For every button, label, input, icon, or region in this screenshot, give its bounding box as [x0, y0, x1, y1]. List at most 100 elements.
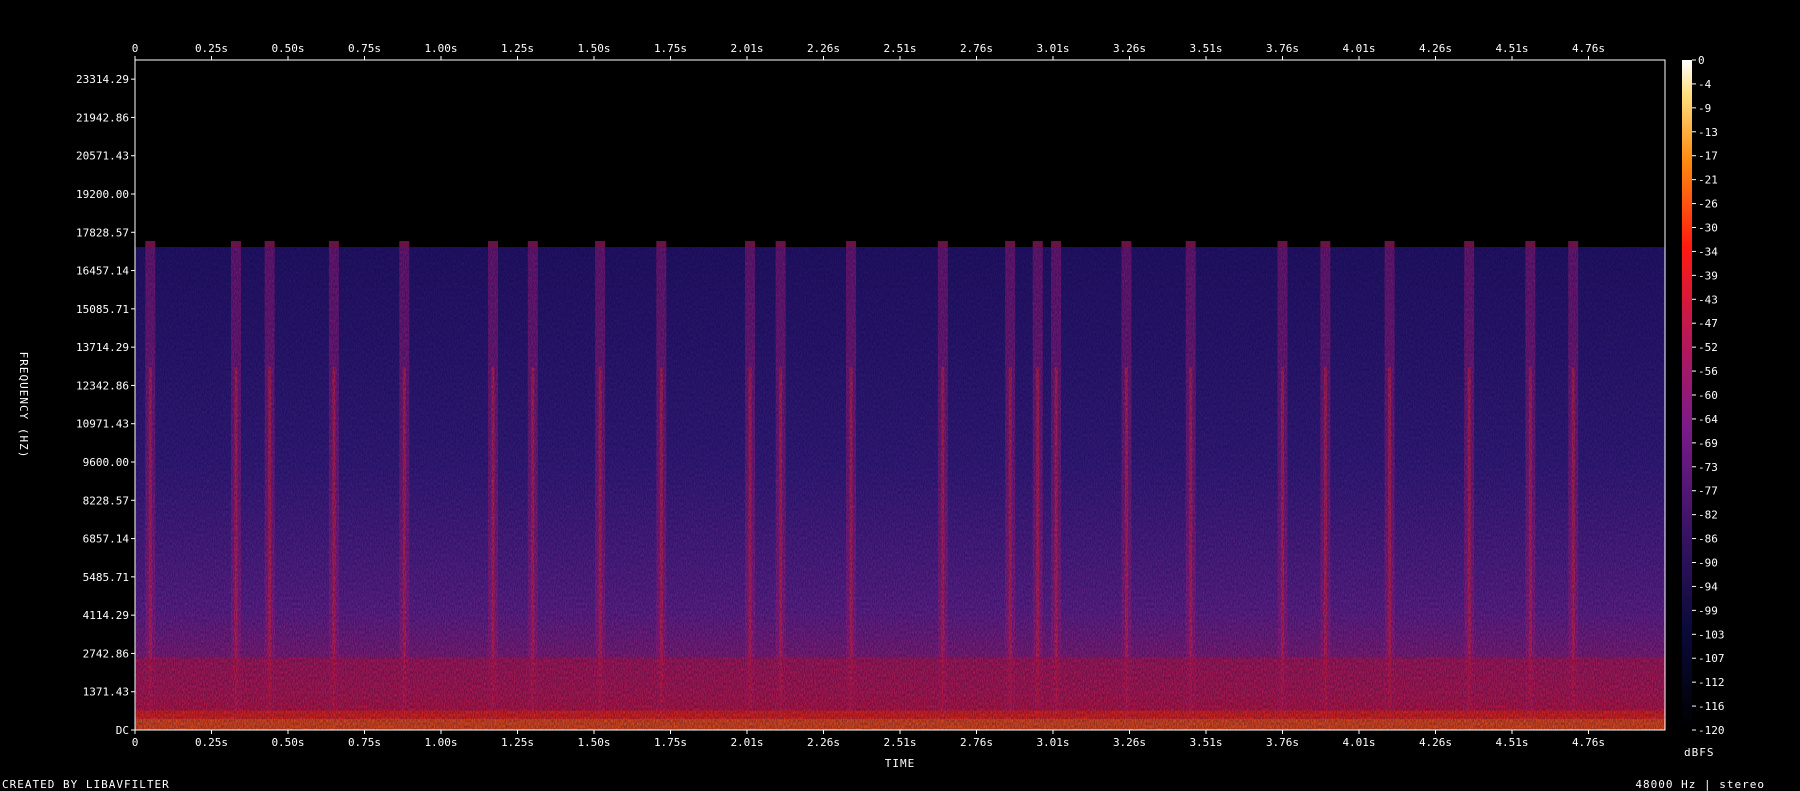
x-tick-label-top: 0.25s — [195, 42, 228, 55]
colorbar-tick-label: -94 — [1698, 580, 1718, 593]
x-tick-label-bottom: 4.51s — [1495, 736, 1528, 749]
colorbar-tick-label: -107 — [1698, 652, 1725, 665]
x-tick-label-bottom: 1.00s — [424, 736, 457, 749]
y-tick-label: 23314.29 — [76, 73, 129, 86]
colorbar-tick-label: -9 — [1698, 102, 1711, 115]
y-tick-label: 21942.86 — [76, 111, 129, 124]
x-tick-label-bottom: 0.50s — [271, 736, 304, 749]
x-tick-label-top: 0 — [132, 42, 139, 55]
x-tick-label-top: 0.50s — [271, 42, 304, 55]
x-tick-label-top: 3.51s — [1189, 42, 1222, 55]
x-ticks-top: 0 0.25s 0.50s 0.75s 1.00s 1.25s 1.50s 1.75s 2.01… — [132, 42, 1605, 60]
x-tick-label-bottom: 3.01s — [1036, 736, 1069, 749]
x-tick-label-bottom: 3.51s — [1189, 736, 1222, 749]
y-tick-label: 16457.14 — [76, 265, 129, 278]
colorbar-tick-label: -116 — [1698, 700, 1725, 713]
colorbar-tick-label: -21 — [1698, 174, 1718, 187]
colorbar-tick-label: -69 — [1698, 437, 1718, 450]
colorbar-tick-label: -30 — [1698, 222, 1718, 235]
x-tick-label-top: 4.26s — [1419, 42, 1452, 55]
x-tick-label-top: 3.01s — [1036, 42, 1069, 55]
y-tick-label: 20571.43 — [76, 150, 129, 163]
x-tick-label-top: 4.51s — [1495, 42, 1528, 55]
spectrogram-chart: 0 0.25s 0.50s 0.75s 1.00s 1.25s 1.50s 1.75s 2.01… — [17, 42, 1725, 770]
colorbar-tick-label: -112 — [1698, 676, 1725, 689]
x-tick-label-bottom: 2.26s — [807, 736, 840, 749]
x-tick-label-top: 2.26s — [807, 42, 840, 55]
y-tick-label: 5485.71 — [83, 571, 129, 584]
y-tick-label: 1371.43 — [83, 686, 129, 699]
colorbar-tick-label: -86 — [1698, 533, 1718, 546]
colorbar-tick-label: -82 — [1698, 509, 1718, 522]
x-tick-label-top: 4.01s — [1342, 42, 1375, 55]
colorbar-tick-label: -17 — [1698, 150, 1718, 163]
colorbar-tick-label: -52 — [1698, 341, 1718, 354]
colorbar-tick-label: 0 — [1698, 54, 1705, 67]
colorbar-tick-label: -4 — [1698, 78, 1712, 91]
colorbar-tick-label: -120 — [1698, 724, 1725, 737]
colorbar-tick-label: -43 — [1698, 293, 1718, 306]
y-tick-label: 4114.29 — [83, 609, 129, 622]
x-tick-label-top: 1.50s — [577, 42, 610, 55]
colorbar-tick-label: -26 — [1698, 198, 1718, 211]
colorbar-tick-label: -103 — [1698, 628, 1725, 641]
colorbar-tick-label: -73 — [1698, 461, 1718, 474]
y-tick-label: DC — [116, 724, 129, 737]
colorbar — [1682, 60, 1692, 730]
y-tick-label: 15085.71 — [76, 303, 129, 316]
x-tick-label-top: 2.76s — [960, 42, 993, 55]
x-axis-label: TIME — [885, 757, 916, 770]
x-tick-label-top: 3.76s — [1266, 42, 1299, 55]
y-tick-label: 17828.57 — [76, 226, 129, 239]
x-tick-label-bottom: 4.26s — [1419, 736, 1452, 749]
x-tick-label-bottom: 0 — [132, 736, 139, 749]
y-tick-label: 8228.57 — [83, 494, 129, 507]
colorbar-tick-label: -99 — [1698, 604, 1718, 617]
sample-rate-info: 48000 Hz | stereo — [1635, 778, 1765, 791]
x-tick-label-bottom: 1.25s — [501, 736, 534, 749]
noise-texture — [135, 247, 1665, 730]
x-tick-label-bottom: 4.76s — [1572, 736, 1605, 749]
y-tick-label: 6857.14 — [83, 533, 130, 546]
colorbar-tick-label: -47 — [1698, 317, 1718, 330]
x-tick-label-bottom: 0.75s — [348, 736, 381, 749]
colorbar-label: dBFS — [1684, 746, 1715, 759]
x-tick-label-top: 2.01s — [730, 42, 763, 55]
colorbar-tick-label: -64 — [1698, 413, 1718, 426]
x-tick-label-bottom: 2.01s — [730, 736, 763, 749]
x-ticks-bottom: 0 0.25s 0.50s 0.75s 1.00s 1.25s 1.50s 1.75s 2.01… — [132, 730, 1605, 749]
y-tick-label: 13714.29 — [76, 341, 129, 354]
x-tick-label-bottom: 1.75s — [654, 736, 687, 749]
x-tick-label-top: 3.26s — [1113, 42, 1146, 55]
colorbar-tick-label: -56 — [1698, 365, 1718, 378]
spectrogram-image — [135, 241, 1665, 730]
y-tick-label: 10971.43 — [76, 418, 129, 431]
x-tick-label-top: 1.25s — [501, 42, 534, 55]
x-tick-label-bottom: 1.50s — [577, 736, 610, 749]
colorbar-tick-label: -34 — [1698, 245, 1718, 258]
x-tick-label-bottom: 0.25s — [195, 736, 228, 749]
x-tick-label-top: 1.00s — [424, 42, 457, 55]
colorbar-tick-label: -60 — [1698, 389, 1718, 402]
x-tick-label-bottom: 2.76s — [960, 736, 993, 749]
x-tick-label-bottom: 3.76s — [1266, 736, 1299, 749]
colorbar-tick-label: -13 — [1698, 126, 1718, 139]
x-tick-label-bottom: 3.26s — [1113, 736, 1146, 749]
x-tick-label-top: 0.75s — [348, 42, 381, 55]
y-tick-label: 2742.86 — [83, 647, 129, 660]
y-ticks: DC 1371.43 2742.86 4114.29 5485.71 6857.14 822… — [76, 73, 135, 737]
y-tick-label: 12342.86 — [76, 379, 129, 392]
x-tick-label-top: 2.51s — [883, 42, 916, 55]
x-tick-label-top: 1.75s — [654, 42, 687, 55]
y-tick-label: 9600.00 — [83, 456, 129, 469]
y-tick-label: 19200.00 — [76, 188, 129, 201]
colorbar-tick-label: -39 — [1698, 269, 1718, 282]
colorbar-tick-label: -90 — [1698, 557, 1718, 570]
y-axis-label: FREQUENCY (HZ) — [17, 352, 30, 459]
x-tick-label-bottom: 4.01s — [1342, 736, 1375, 749]
x-tick-label-bottom: 2.51s — [883, 736, 916, 749]
x-tick-label-top: 4.76s — [1572, 42, 1605, 55]
colorbar-ticks: 0 -4 -9 -13 -17 -21 -26 -30 -34 -39 -43 -47 -52 -56 -6… — [1692, 54, 1725, 737]
credit-text: CREATED BY LIBAVFILTER — [2, 778, 170, 791]
colorbar-tick-label: -77 — [1698, 485, 1718, 498]
